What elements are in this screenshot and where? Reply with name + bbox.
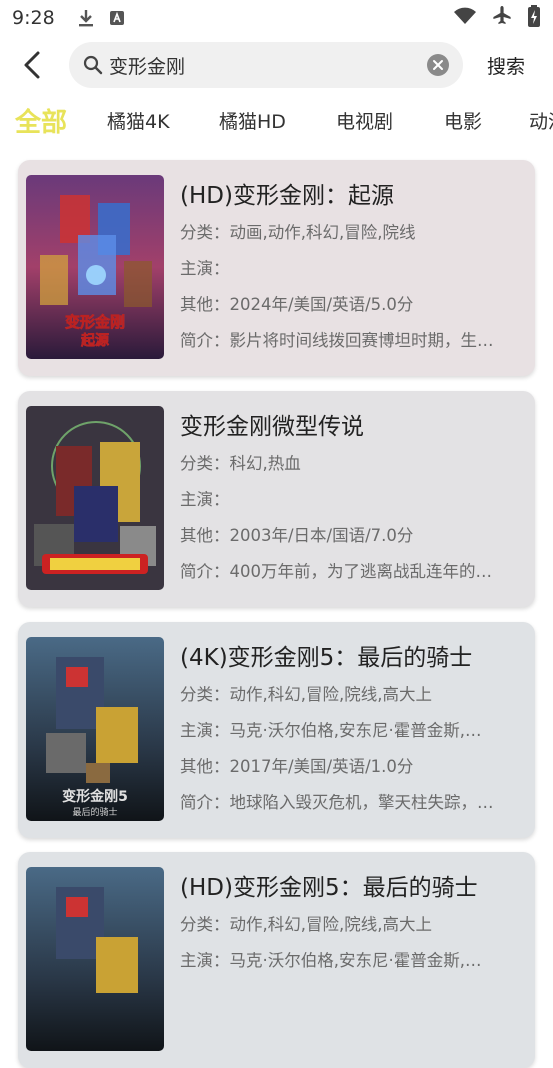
poster-image: 变形金刚 起源	[26, 175, 164, 359]
result-card[interactable]: 变形金刚5 最后的骑士 (4K)变形金刚5：最后的骑士 分类：动作,科幻,冒险,…	[18, 622, 535, 838]
result-card[interactable]: 变形金刚微型传说 分类：科幻,热血 主演： 其他：2003年/日本/国语/7.0…	[18, 391, 535, 607]
app-notification-icon	[109, 10, 125, 26]
search-box[interactable]	[69, 42, 463, 88]
svg-text:变形金刚: 变形金刚	[65, 313, 125, 331]
tab-tv-series[interactable]: 电视剧	[336, 107, 393, 134]
tab-orange-cat-4k[interactable]: 橘猫4K	[107, 107, 170, 134]
battery-charging-icon	[527, 4, 541, 32]
search-icon	[83, 55, 103, 75]
poster-image: 变形金刚5 最后的骑士	[26, 637, 164, 821]
result-category: 分类：科幻,热血	[180, 454, 301, 473]
result-category: 分类：动作,科幻,冒险,院线,高大上	[180, 685, 432, 704]
result-category: 分类：动画,动作,科幻,冒险,院线	[180, 223, 416, 242]
tab-orange-cat-hd[interactable]: 橘猫HD	[219, 107, 286, 134]
search-input[interactable]	[109, 54, 409, 76]
poster-image	[26, 406, 164, 590]
svg-text:变形金刚5: 变形金刚5	[62, 788, 128, 805]
svg-text:最后的骑士: 最后的骑士	[72, 806, 117, 818]
result-summary: 简介：地球陷入毁灭危机，擎天柱失踪，…	[180, 793, 494, 812]
result-title: (HD)变形金刚：起源	[180, 183, 394, 209]
airplane-mode-icon	[491, 5, 513, 32]
download-icon	[77, 8, 95, 28]
search-row: 搜索	[0, 42, 553, 88]
result-card[interactable]: (HD)变形金刚5：最后的骑士 分类：动作,科幻,冒险,院线,高大上 主演：马克…	[18, 852, 535, 1068]
result-category: 分类：动作,科幻,冒险,院线,高大上	[180, 915, 432, 934]
result-cast: 主演：	[180, 259, 230, 278]
poster-image	[26, 867, 164, 1051]
result-card[interactable]: 变形金刚 起源 (HD)变形金刚：起源 分类：动画,动作,科幻,冒险,院线 主演…	[18, 160, 535, 376]
tab-movies[interactable]: 电影	[444, 107, 482, 134]
chevron-left-icon	[24, 51, 40, 79]
svg-text:起源: 起源	[80, 332, 109, 349]
result-title: 变形金刚微型传说	[180, 414, 364, 440]
tab-all[interactable]: 全部	[15, 102, 67, 139]
close-icon	[433, 60, 443, 70]
back-button[interactable]	[16, 48, 48, 82]
result-summary: 简介：影片将时间线拨回赛博坦时期，生…	[180, 331, 494, 350]
status-bar: 9:28	[0, 0, 553, 36]
result-title: (4K)变形金刚5：最后的骑士	[180, 645, 473, 671]
tab-anime[interactable]: 动漫	[529, 107, 553, 134]
search-button[interactable]: 搜索	[487, 52, 525, 79]
clear-search-button[interactable]	[427, 54, 449, 76]
result-other: 其他：2017年/美国/英语/1.0分	[180, 757, 414, 776]
wifi-icon	[453, 7, 477, 30]
result-summary: 简介：400万年前，为了逃离战乱连年的…	[180, 562, 492, 581]
status-time: 9:28	[12, 7, 55, 29]
result-cast: 主演：马克·沃尔伯格,安东尼·霍普金斯,…	[180, 951, 482, 970]
category-tabs: 全部 橘猫4K 橘猫HD 电视剧 电影 动漫	[0, 98, 553, 142]
result-cast: 主演：马克·沃尔伯格,安东尼·霍普金斯,…	[180, 721, 482, 740]
result-title: (HD)变形金刚5：最后的骑士	[180, 875, 478, 901]
result-cast: 主演：	[180, 490, 230, 509]
result-other: 其他：2003年/日本/国语/7.0分	[180, 526, 414, 545]
result-other: 其他：2024年/美国/英语/5.0分	[180, 295, 414, 314]
